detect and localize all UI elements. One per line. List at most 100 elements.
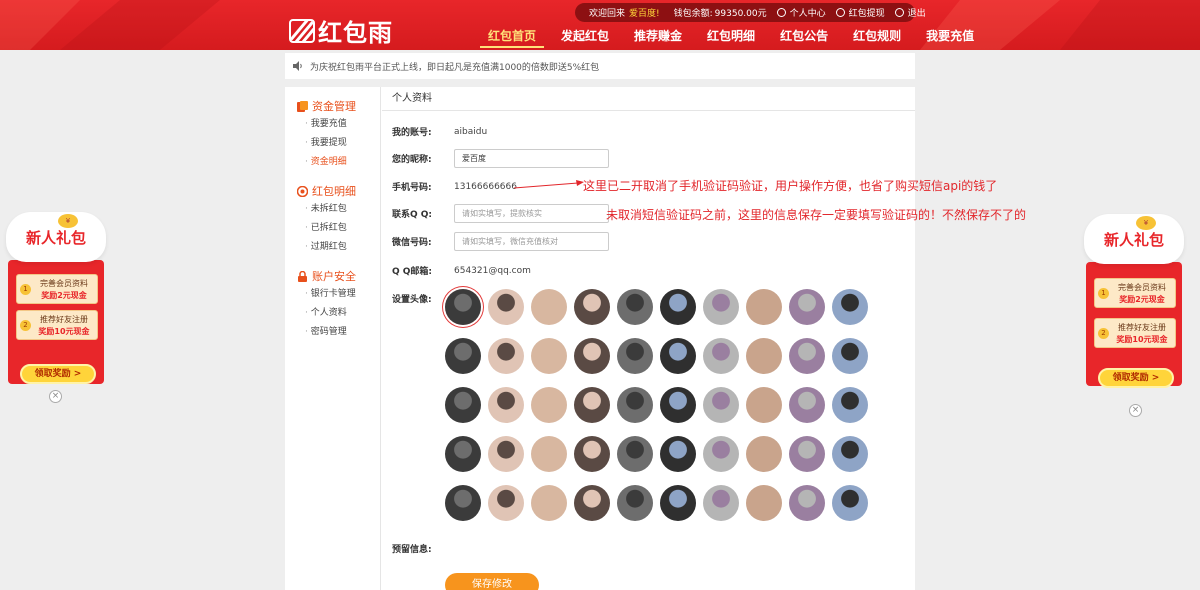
avatar-option[interactable] — [488, 436, 524, 472]
nav-home[interactable]: 红包首页 — [480, 26, 545, 48]
avatar-option[interactable] — [445, 485, 481, 521]
avatar-option[interactable] — [617, 387, 653, 423]
avatar-option[interactable] — [660, 485, 696, 521]
wallet-icon — [297, 100, 308, 112]
close-icon[interactable]: × — [1129, 404, 1142, 417]
logout-link[interactable]: 退出 — [894, 6, 926, 19]
nav-details[interactable]: 红包明细 — [699, 26, 763, 48]
withdraw-link[interactable]: 红包提现 — [835, 6, 885, 19]
save-button[interactable]: 保存修改 — [445, 573, 539, 590]
sidebar-group-funds: 资金管理 我要充值 我要提现 资金明细 — [285, 97, 380, 172]
qq-input[interactable]: 请如实填写，提款核实 — [454, 204, 609, 223]
username[interactable]: 爱百度! — [629, 6, 660, 19]
welcome-text: 欢迎回来 — [589, 9, 626, 19]
avatar-option[interactable] — [488, 338, 524, 374]
avatar-option[interactable] — [531, 289, 567, 325]
avatar-option[interactable] — [531, 436, 567, 472]
avatar-option[interactable] — [746, 485, 782, 521]
nav-recharge[interactable]: 我要充值 — [918, 26, 982, 48]
sidebar-heading-label: 账户安全 — [312, 270, 356, 283]
sidebar-item-unopened[interactable]: 未拆红包 — [285, 200, 380, 219]
avatar-option[interactable] — [488, 387, 524, 423]
sidebar-item-withdraw[interactable]: 我要提现 — [285, 134, 380, 153]
avatar-option[interactable] — [789, 289, 825, 325]
sidebar-item-fund-details[interactable]: 资金明细 — [285, 153, 380, 172]
avatar-option[interactable] — [531, 338, 567, 374]
withdraw-label: 红包提现 — [848, 9, 885, 19]
avatar-option[interactable] — [789, 485, 825, 521]
avatar-option[interactable] — [445, 338, 481, 374]
avatar-option[interactable] — [617, 338, 653, 374]
avatar-option[interactable] — [617, 485, 653, 521]
avatar-option[interactable] — [703, 289, 739, 325]
sidebar-item-recharge[interactable]: 我要充值 — [285, 115, 380, 134]
user-center-link[interactable]: 个人中心 — [776, 6, 826, 19]
avatar-option[interactable] — [832, 436, 868, 472]
avatar-option[interactable] — [617, 289, 653, 325]
close-icon[interactable]: × — [49, 390, 62, 403]
nav-announcements[interactable]: 红包公告 — [772, 26, 836, 48]
avatar-option[interactable] — [574, 289, 610, 325]
gift-card-referral: 2 推荐好友注册 奖励10元现金 — [16, 310, 98, 340]
logout-label: 退出 — [907, 9, 926, 19]
sidebar-item-profile[interactable]: 个人资料 — [285, 304, 380, 323]
qq-label: 联系Q Q: — [392, 210, 433, 220]
avatar-option[interactable] — [703, 387, 739, 423]
avatar-option[interactable] — [746, 387, 782, 423]
avatar-option[interactable] — [660, 436, 696, 472]
avatar-option[interactable] — [660, 289, 696, 325]
gift-card-reward: 奖励10元现金 — [38, 327, 90, 336]
logo-icon — [289, 18, 315, 43]
avatar-option[interactable] — [703, 485, 739, 521]
avatar-option[interactable] — [832, 338, 868, 374]
account-label: 我的账号: — [392, 128, 432, 138]
balance-label: 钱包余额: — [673, 9, 713, 19]
annotation-note-1: 这里已二开取消了手机验证码验证，用户操作方便，也省了购买短信api的钱了 — [583, 179, 998, 193]
avatar-option[interactable] — [789, 436, 825, 472]
avatar-option[interactable] — [660, 338, 696, 374]
header: 红包雨 欢迎回来 爱百度! 钱包余额: 99350.00元 个人中心 红包提现 … — [0, 0, 1200, 50]
avatar-option[interactable] — [574, 387, 610, 423]
coin-icon: ¥ — [1136, 216, 1156, 230]
sidebar-item-bank-cards[interactable]: 银行卡管理 — [285, 285, 380, 304]
avatar-option[interactable] — [445, 436, 481, 472]
nickname-input[interactable]: 爱百度 — [454, 149, 609, 168]
avatar-option[interactable] — [703, 436, 739, 472]
reserved-label: 预留信息: — [392, 545, 432, 555]
avatar-option[interactable] — [789, 387, 825, 423]
avatar-option[interactable] — [832, 485, 868, 521]
avatar-option[interactable] — [531, 387, 567, 423]
avatar-option[interactable] — [832, 387, 868, 423]
avatar-option[interactable] — [617, 436, 653, 472]
notice-bar: 为庆祝红包雨平台正式上线，即日起凡是充值满1000的倍数即送5%红包 — [285, 53, 915, 79]
gift-box: 1 完善会员资料 奖励2元现金 2 推荐好友注册 奖励10元现金 领取奖励 > — [8, 260, 104, 384]
avatar-option[interactable] — [488, 289, 524, 325]
avatar-option[interactable] — [445, 387, 481, 423]
avatar-option[interactable] — [832, 289, 868, 325]
avatar-option[interactable] — [574, 338, 610, 374]
avatar-option[interactable] — [703, 338, 739, 374]
avatar-option[interactable] — [746, 289, 782, 325]
nav-rules[interactable]: 红包规则 — [845, 26, 909, 48]
avatar-option[interactable] — [746, 436, 782, 472]
gift-num-1: 1 — [1098, 288, 1109, 299]
sidebar-item-opened[interactable]: 已拆红包 — [285, 219, 380, 238]
avatar-option[interactable] — [789, 338, 825, 374]
claim-reward-button[interactable]: 领取奖励 > — [1098, 368, 1174, 388]
nav-send-packet[interactable]: 发起红包 — [553, 26, 617, 48]
sidebar-item-password[interactable]: 密码管理 — [285, 323, 380, 342]
avatar-option[interactable] — [660, 387, 696, 423]
avatar-option[interactable] — [531, 485, 567, 521]
avatar-option[interactable] — [746, 338, 782, 374]
logo[interactable]: 红包雨 — [289, 13, 393, 48]
nav-referral[interactable]: 推荐赚金 — [626, 26, 690, 48]
sidebar-item-expired[interactable]: 过期红包 — [285, 238, 380, 257]
wechat-input[interactable]: 请如实填写，微信充值核对 — [454, 232, 609, 251]
avatar-option[interactable] — [488, 485, 524, 521]
sidebar-heading-security: 账户安全 — [285, 267, 380, 285]
gift-card-reward: 奖励2元现金 — [1119, 295, 1165, 304]
claim-reward-button[interactable]: 领取奖励 > — [20, 364, 96, 384]
avatar-option[interactable] — [574, 436, 610, 472]
avatar-option[interactable] — [574, 485, 610, 521]
avatar-option[interactable] — [445, 289, 481, 325]
